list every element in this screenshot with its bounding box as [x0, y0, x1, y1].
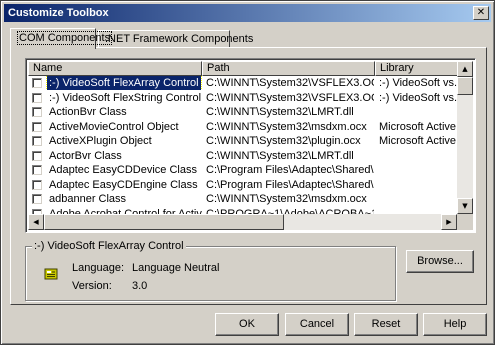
component-checkbox[interactable] — [32, 136, 42, 146]
component-checkbox[interactable] — [32, 121, 42, 132]
scroll-right-button[interactable]: ▶ — [441, 214, 457, 230]
name-cell: Adobe Acrobat Control for ActiveX — [28, 207, 202, 215]
component-icon — [44, 268, 58, 280]
component-checkbox[interactable] — [32, 179, 42, 190]
scroll-down-button[interactable]: ▼ — [457, 198, 473, 214]
name-cell: Adaptec EasyCDEngine Class — [28, 178, 202, 192]
version-label: Version: — [72, 280, 112, 292]
window-title: Customize Toolbox — [8, 7, 109, 19]
help-button[interactable]: Help — [423, 313, 487, 336]
component-checkbox[interactable] — [32, 194, 42, 204]
tab-net-framework-components[interactable]: .NET Framework Components — [98, 30, 253, 48]
list-item[interactable]: Adaptec EasyCDDevice Class C:\Program Fil… — [28, 163, 457, 178]
component-details-legend: :-) VideoSoft FlexArray Control — [32, 240, 186, 252]
close-icon[interactable]: ✕ — [473, 6, 489, 20]
component-path: C:\PROGRA~1\Adobe\ACROBA~1.0\... — [206, 207, 374, 215]
vertical-scrollbar[interactable]: ▲ ▼ — [457, 61, 473, 214]
reset-button[interactable]: Reset — [354, 313, 418, 336]
list-header: Name Path Library — [28, 61, 459, 76]
tab-com-components[interactable]: COM Components — [10, 28, 113, 49]
component-name: Adaptec EasyCDEngine Class — [49, 178, 198, 191]
browse-button[interactable]: Browse... — [406, 250, 474, 273]
name-cell: ActorBvr Class — [28, 149, 202, 163]
component-library: :-) VideoSoft vs... — [379, 91, 457, 104]
name-cell: :-) VideoSoft FlexArray Control — [28, 76, 202, 90]
tab-net-framework-components-label: .NET Framework Components — [105, 33, 254, 45]
component-name: adbanner Class — [49, 193, 127, 205]
component-library — [379, 105, 457, 119]
component-checkbox[interactable] — [32, 165, 42, 175]
list-item[interactable]: :-) VideoSoft FlexArray Control C:\WINNT\… — [28, 76, 457, 91]
component-checkbox[interactable] — [32, 92, 42, 103]
list-item[interactable]: ActionBvr Class C:\WINNT\System32\LMRT.dl… — [28, 105, 457, 120]
column-header-name[interactable]: Name — [28, 61, 202, 76]
component-path: C:\Program Files\Adaptec\Shared\EC... — [206, 178, 374, 191]
component-path: C:\WINNT\System32\msdxm.ocx — [206, 120, 367, 133]
component-details-group: :-) VideoSoft FlexArray Control Language… — [25, 240, 396, 301]
component-library — [379, 149, 457, 163]
customize-toolbox-dialog: Customize Toolbox ✕ COM Components .NET … — [0, 0, 495, 345]
component-library — [379, 207, 457, 215]
language-label: Language: — [72, 262, 124, 274]
name-cell: adbanner Class — [28, 192, 202, 206]
title-bar[interactable]: Customize Toolbox ✕ — [4, 4, 491, 22]
component-name: Adaptec EasyCDDevice Class — [49, 164, 197, 176]
name-cell: Adaptec EasyCDDevice Class — [28, 163, 202, 177]
component-path: C:\WINNT\System32\LMRT.dll — [206, 149, 354, 162]
ok-button[interactable]: OK — [215, 313, 279, 336]
com-components-panel: Name Path Library :-) VideoSoft FlexArra… — [10, 47, 487, 305]
version-value: 3.0 — [132, 280, 148, 292]
component-path: C:\WINNT\System32\VSFLEX3.OCX — [206, 77, 374, 89]
component-checkbox[interactable] — [32, 107, 42, 117]
language-value: Language Neutral — [132, 262, 220, 274]
component-name: ActionBvr Class — [49, 106, 127, 118]
component-path: C:\WINNT\System32\LMRT.dll — [206, 106, 354, 118]
component-library — [379, 178, 457, 192]
horizontal-scrollbar[interactable]: ◀ ▶ — [28, 214, 457, 230]
list-item[interactable]: ActiveXPlugin Object C:\WINNT\System32\pl… — [28, 134, 457, 149]
component-checkbox[interactable] — [32, 78, 42, 88]
scroll-up-button[interactable]: ▲ — [457, 61, 473, 77]
cancel-button[interactable]: Cancel — [285, 313, 349, 336]
component-name: :-) VideoSoft FlexArray Control — [46, 76, 202, 90]
list-item[interactable]: ActiveMovieControl Object C:\WINNT\System… — [28, 120, 457, 135]
list-item[interactable]: Adaptec EasyCDEngine Class C:\Program Fil… — [28, 178, 457, 193]
tab-com-components-label: COM Components — [17, 31, 113, 45]
list-item[interactable]: :-) VideoSoft FlexString Control C:\WINNT… — [28, 91, 457, 106]
component-checkbox[interactable] — [32, 150, 42, 161]
component-name: ActorBvr Class — [49, 149, 122, 162]
list-item[interactable]: ActorBvr Class C:\WINNT\System32\LMRT.dll — [28, 149, 457, 164]
column-header-library[interactable]: Library — [375, 61, 459, 76]
component-library — [379, 192, 457, 206]
component-path: C:\WINNT\System32\VSFLEX3.OCX — [206, 91, 374, 104]
component-name: ActiveXPlugin Object — [49, 135, 152, 147]
component-path: C:\WINNT\System32\msdxm.ocx — [206, 193, 367, 205]
component-path: C:\WINNT\System32\plugin.ocx — [206, 135, 361, 147]
component-path: C:\Program Files\Adaptec\Shared\EC... — [206, 164, 374, 176]
list-rows: :-) VideoSoft FlexArray Control C:\WINNT\… — [28, 76, 457, 214]
vertical-scroll-thumb[interactable] — [457, 77, 473, 95]
component-name: Adobe Acrobat Control for ActiveX — [49, 207, 202, 215]
name-cell: ActiveXPlugin Object — [28, 134, 202, 148]
component-library: :-) VideoSoft vs... — [379, 77, 457, 89]
component-name: :-) VideoSoft FlexString Control — [49, 91, 202, 104]
component-library: Microsoft Active... — [379, 120, 457, 133]
scrollbar-corner — [457, 214, 473, 230]
horizontal-scroll-thumb[interactable] — [44, 214, 284, 230]
component-library: Microsoft Active... — [379, 135, 457, 147]
list-item[interactable]: Adobe Acrobat Control for ActiveX C:\PROG… — [28, 207, 457, 215]
scroll-left-button[interactable]: ◀ — [28, 214, 44, 230]
column-header-path[interactable]: Path — [202, 61, 375, 76]
list-item[interactable]: adbanner Class C:\WINNT\System32\msdxm.oc… — [28, 192, 457, 207]
components-list[interactable]: Name Path Library :-) VideoSoft FlexArra… — [25, 58, 476, 233]
name-cell: ActiveMovieControl Object — [28, 120, 202, 134]
component-name: ActiveMovieControl Object — [49, 120, 179, 133]
component-library — [379, 163, 457, 177]
name-cell: :-) VideoSoft FlexString Control — [28, 91, 202, 105]
name-cell: ActionBvr Class — [28, 105, 202, 119]
